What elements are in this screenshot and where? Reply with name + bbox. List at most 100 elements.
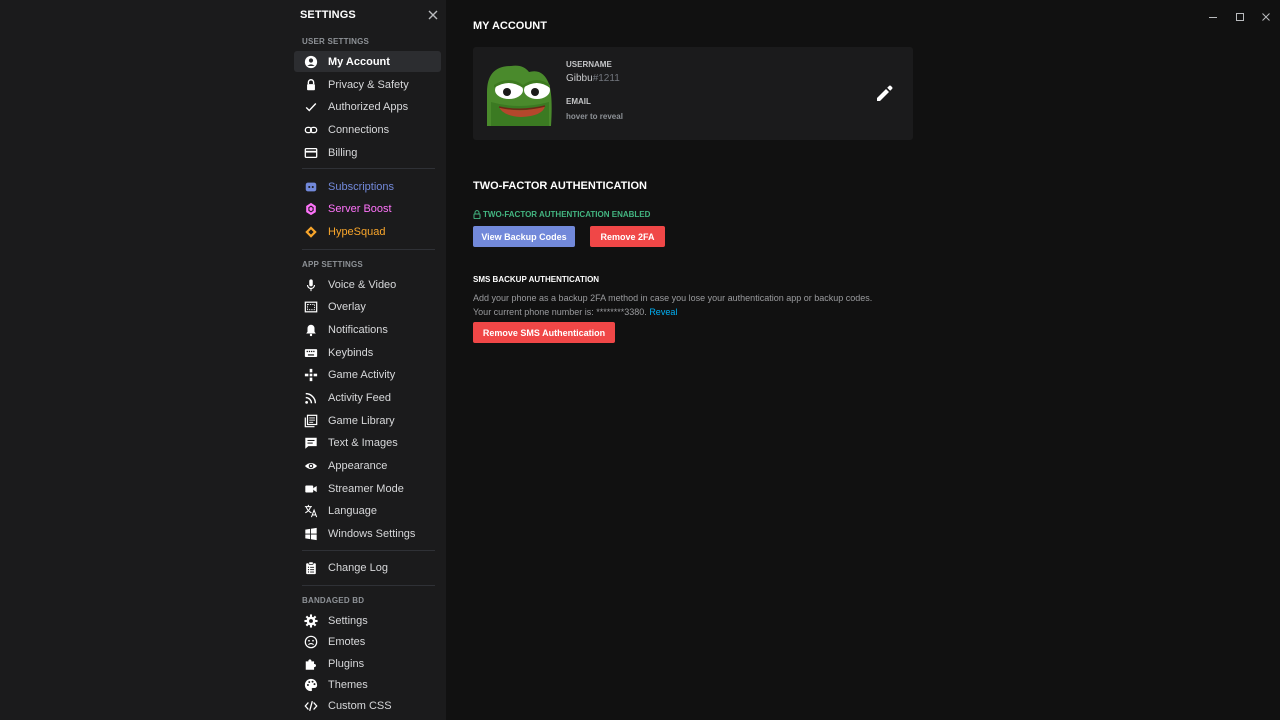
palette-icon <box>303 677 319 693</box>
sidebar-divider <box>302 585 435 586</box>
sidebar-item-billing[interactable]: Billing <box>294 142 441 163</box>
sidebar-item-label: Windows Settings <box>328 527 416 540</box>
sidebar-item-windows-settings[interactable]: Windows Settings <box>294 523 441 544</box>
code-brackets-icon <box>303 698 319 714</box>
sidebar-divider <box>302 550 435 551</box>
sidebar-item-activity-feed[interactable]: Activity Feed <box>294 387 441 408</box>
sidebar-item-label: Plugins <box>328 657 365 670</box>
sidebar-divider <box>302 168 435 169</box>
close-icon <box>428 10 438 20</box>
sidebar-item-emotes[interactable]: Emotes <box>294 631 441 652</box>
avatar[interactable] <box>485 62 553 126</box>
sidebar-item-my-account[interactable]: My Account <box>294 51 441 72</box>
sidebar-item-server-boost[interactable]: Server Boost <box>294 198 441 219</box>
lock-icon <box>473 210 481 219</box>
checkmark-icon <box>303 99 319 115</box>
sidebar-item-label: Streamer Mode <box>328 482 404 495</box>
sidebar-item-label: Authorized Apps <box>328 100 409 113</box>
sidebar-title: SETTINGS <box>300 9 356 21</box>
sidebar-item-hypesquad[interactable]: HypeSquad <box>294 221 441 242</box>
remove-sms-authentication-button[interactable]: Remove SMS Authentication <box>473 322 615 343</box>
username: Gibbu <box>566 73 593 84</box>
sidebar-item-label: Privacy & Safety <box>328 78 409 91</box>
reveal-phone-link[interactable]: Reveal <box>649 307 677 317</box>
email-value[interactable]: hover to reveal <box>566 112 623 121</box>
sms-backup-description: Add your phone as a backup 2FA method in… <box>473 291 933 319</box>
sidebar-item-label: My Account <box>328 55 390 68</box>
sidebar-item-label: Game Library <box>328 414 395 427</box>
page-title: MY ACCOUNT <box>473 20 547 32</box>
pepe-avatar-image <box>485 62 553 126</box>
sidebar-item-label: Subscriptions <box>328 180 395 193</box>
sidebar-item-label: Themes <box>328 678 368 691</box>
sidebar-item-game-activity[interactable]: Game Activity <box>294 364 441 385</box>
close-settings-button[interactable] <box>426 8 440 22</box>
sidebar-divider <box>302 249 435 250</box>
link-icon <box>303 122 319 138</box>
boost-gem-icon <box>303 201 319 217</box>
windows-logo-icon <box>303 526 319 542</box>
overlay-icon <box>303 299 319 315</box>
hypesquad-icon <box>303 224 319 240</box>
sidebar-item-connections[interactable]: Connections <box>294 119 441 140</box>
sidebar-item-label: Keybinds <box>328 346 374 359</box>
sidebar-item-bd-settings[interactable]: Settings <box>294 610 441 631</box>
translate-icon <box>303 503 319 519</box>
remove-2fa-button[interactable]: Remove 2FA <box>590 226 665 247</box>
sidebar-item-label: Game Activity <box>328 368 396 381</box>
two-factor-enabled-text: TWO-FACTOR AUTHENTICATION ENABLED <box>483 210 651 219</box>
sidebar-item-privacy-safety[interactable]: Privacy & Safety <box>294 74 441 95</box>
minimize-window-button[interactable] <box>1206 10 1220 24</box>
maximize-window-button[interactable] <box>1233 10 1247 24</box>
eye-icon <box>303 458 319 474</box>
rss-feed-icon <box>303 390 319 406</box>
clipboard-icon <box>303 560 319 576</box>
sidebar-item-text-images[interactable]: Text & Images <box>294 432 441 453</box>
minimize-icon <box>1209 17 1217 18</box>
two-factor-title: TWO-FACTOR AUTHENTICATION <box>473 180 647 192</box>
close-window-button[interactable] <box>1259 10 1273 24</box>
phone-number-text: Your current phone number is: ********33… <box>473 307 647 317</box>
sidebar-item-keybinds[interactable]: Keybinds <box>294 342 441 363</box>
sidebar-item-label: Emotes <box>328 635 366 648</box>
sidebar-item-language[interactable]: Language <box>294 500 441 521</box>
view-backup-codes-button[interactable]: View Backup Codes <box>473 226 575 247</box>
sidebar-item-voice-video[interactable]: Voice & Video <box>294 274 441 295</box>
edit-account-button[interactable] <box>873 83 895 105</box>
keyboard-icon <box>303 345 319 361</box>
maximize-icon <box>1236 13 1244 21</box>
settings-sidebar: SETTINGS USER SETTINGS My Account Privac… <box>0 0 446 720</box>
gamepad-icon <box>303 367 319 383</box>
close-icon <box>1262 13 1270 21</box>
sidebar-item-label: Notifications <box>328 323 388 336</box>
sidebar-item-overlay[interactable]: Overlay <box>294 296 441 317</box>
sidebar-item-label: Server Boost <box>328 202 392 215</box>
sidebar-item-custom-css[interactable]: Custom CSS <box>294 695 441 716</box>
sidebar-item-label: Appearance <box>328 459 388 472</box>
pencil-icon <box>877 85 893 101</box>
sidebar-item-change-log[interactable]: Change Log <box>294 557 441 578</box>
settings-content: MY ACCOUNT USERNAME Gibbu#1211 EMAIL hov… <box>446 0 1280 720</box>
library-icon <box>303 413 319 429</box>
username-label: USERNAME <box>566 60 612 69</box>
sidebar-item-game-library[interactable]: Game Library <box>294 410 441 431</box>
video-camera-icon <box>303 481 319 497</box>
sidebar-item-subscriptions[interactable]: Subscriptions <box>294 176 441 197</box>
sidebar-item-authorized-apps[interactable]: Authorized Apps <box>294 96 441 117</box>
username-value: Gibbu#1211 <box>566 73 620 84</box>
sidebar-item-label: Change Log <box>328 561 388 574</box>
sidebar-item-appearance[interactable]: Appearance <box>294 455 441 476</box>
lock-icon <box>303 77 319 93</box>
gear-icon <box>303 613 319 629</box>
section-header-user-settings: USER SETTINGS <box>302 37 370 46</box>
sidebar-item-plugins[interactable]: Plugins <box>294 653 441 674</box>
sidebar-item-themes[interactable]: Themes <box>294 674 441 695</box>
sidebar-item-label: Connections <box>328 123 390 136</box>
bell-icon <box>303 322 319 338</box>
microphone-icon <box>303 277 319 293</box>
sidebar-item-notifications[interactable]: Notifications <box>294 319 441 340</box>
sidebar-item-streamer-mode[interactable]: Streamer Mode <box>294 478 441 499</box>
sms-backup-title: SMS BACKUP AUTHENTICATION <box>473 275 600 284</box>
section-header-app-settings: APP SETTINGS <box>302 260 363 269</box>
discord-nitro-icon <box>303 179 319 195</box>
